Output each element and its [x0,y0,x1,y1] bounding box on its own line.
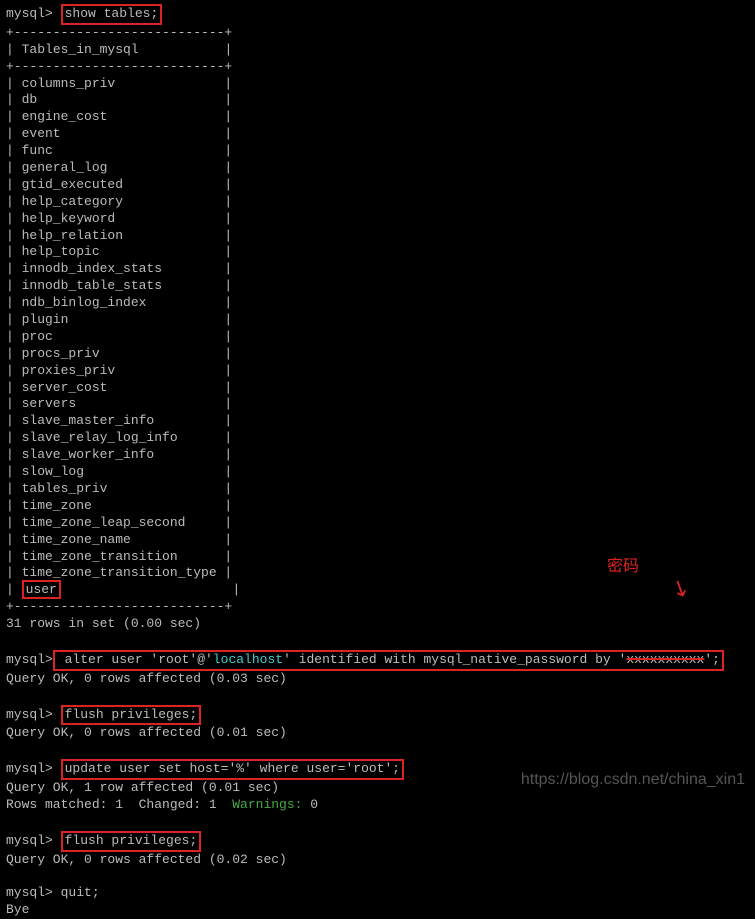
bye-output: Bye [6,902,29,917]
user-table-row: user [22,580,61,599]
mysql-prompt: mysql> [6,6,53,21]
cmd-show-tables: show tables; [61,4,163,25]
localhost-keyword: localhost [213,652,283,667]
cmd-quit: quit; [53,885,100,900]
mysql-prompt: mysql> [6,761,53,776]
cmd-update-user: update user set host='%' where user='roo… [61,759,404,780]
cmd-alter-user: alter user 'root'@'localhost' identified… [53,650,724,671]
update-result-1: Query OK, 1 row affected (0.01 sec) [6,780,279,795]
cmd-flush-privileges-1: flush privileges; [61,705,202,726]
flush-result-2: Query OK, 0 rows affected (0.02 sec) [6,852,287,867]
alter-result: Query OK, 0 rows affected (0.03 sec) [6,671,287,686]
mysql-prompt: mysql> [6,707,53,722]
password-annotation: 密码 [607,557,639,578]
table-rows: | columns_priv | | db | | engine_cost | … [6,76,232,581]
mysql-prompt: mysql> [6,885,53,900]
mysql-prompt: mysql> [6,833,53,848]
table-border-top: +---------------------------+ [6,25,232,40]
warnings-keyword: Warnings: [232,797,302,812]
watermark: https://blog.csdn.net/china_xin1 [521,770,745,791]
cmd-flush-privileges-2: flush privileges; [61,831,202,852]
mysql-prompt: mysql> [6,652,53,667]
table-border-bottom: +---------------------------+ [6,599,232,614]
rows-count: 31 rows in set (0.00 sec) [6,616,201,631]
update-rows-matched: Rows matched: 1 Changed: 1 Warnings: 0 [6,797,318,812]
table-border-mid: +---------------------------+ [6,59,232,74]
flush-result-1: Query OK, 0 rows affected (0.01 sec) [6,725,287,740]
table-header: Tables_in_mysql [22,42,139,57]
redacted-password: xxxxxxxxxx [626,652,704,667]
